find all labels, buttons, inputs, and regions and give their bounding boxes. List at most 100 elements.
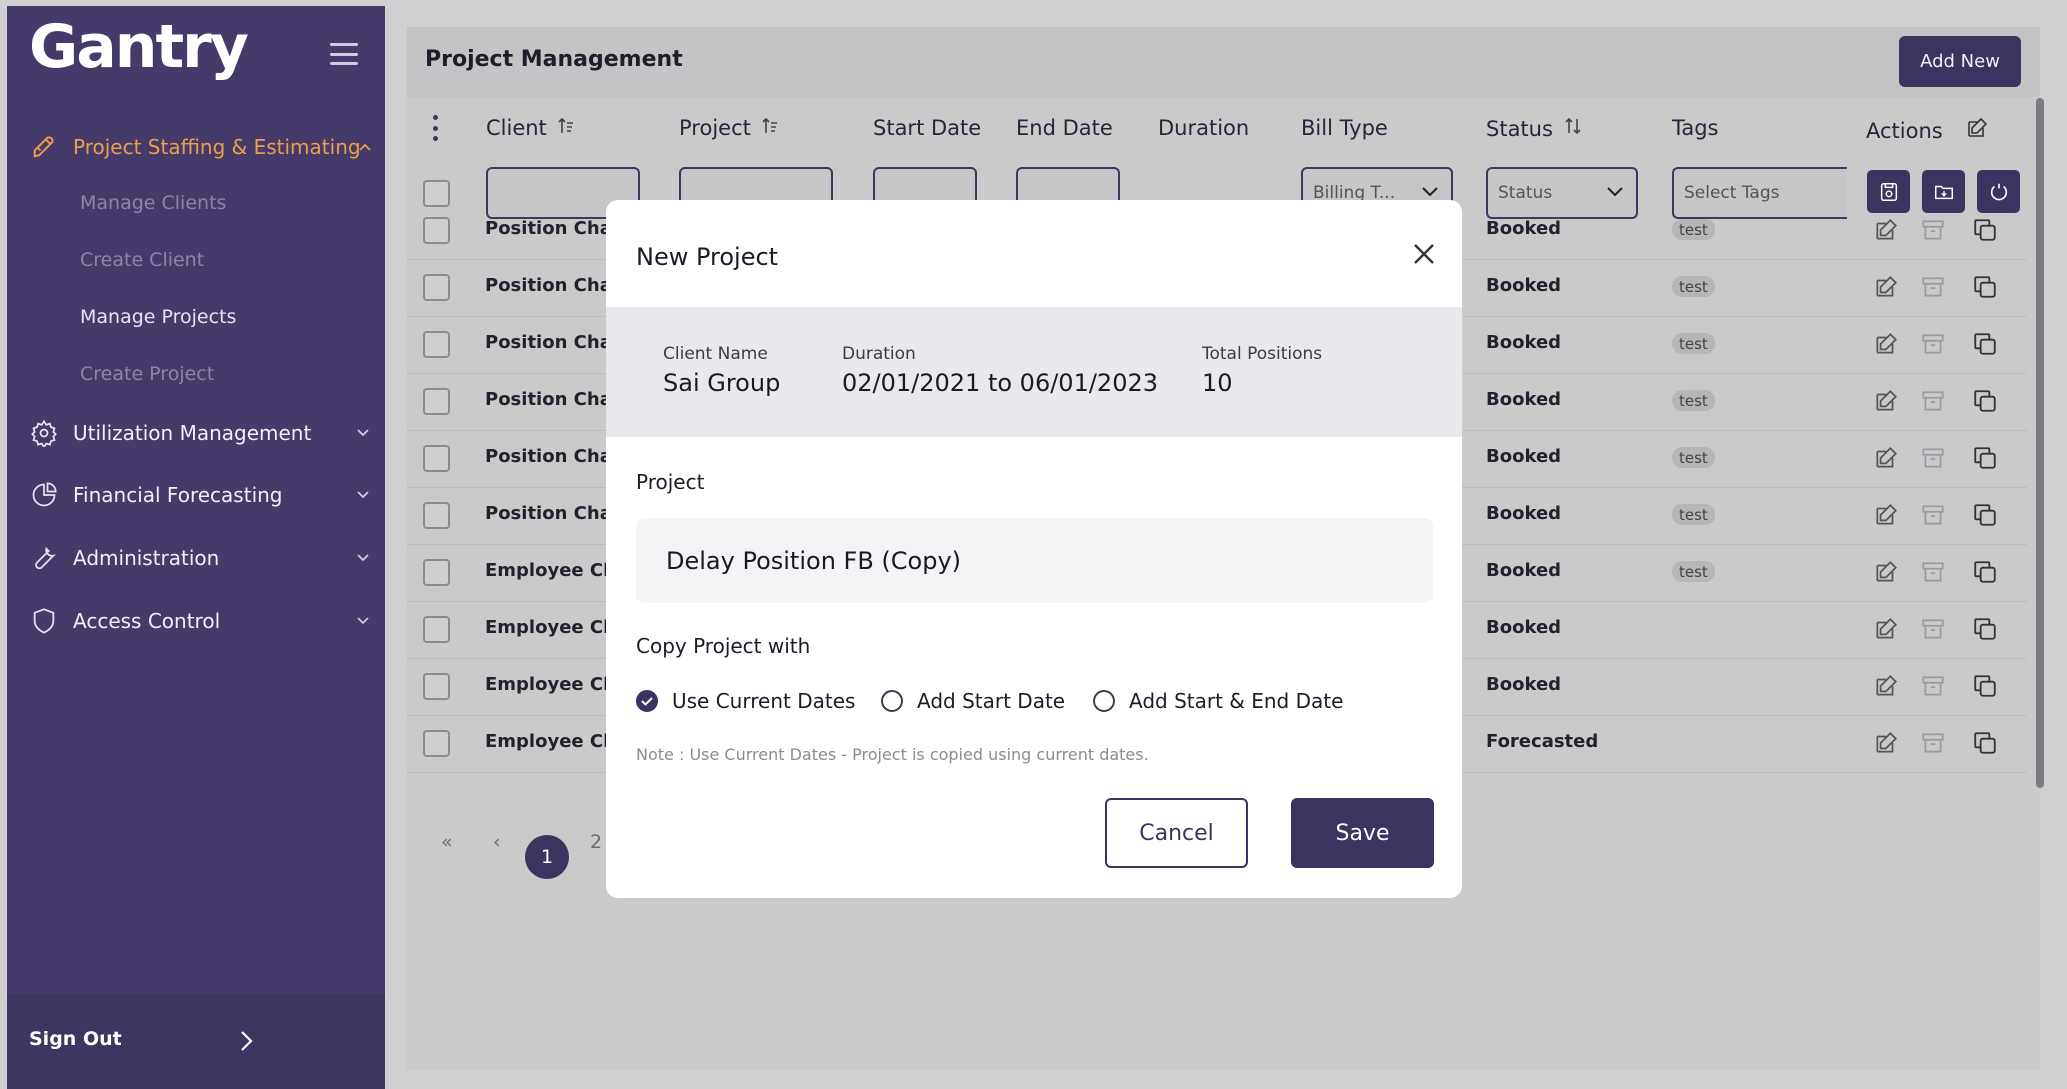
- tags-select[interactable]: Select Tags: [1672, 167, 1847, 219]
- nav-financial-forecasting[interactable]: Financial Forecasting: [29, 480, 369, 510]
- archive-icon[interactable]: [1920, 559, 1946, 585]
- client-cell[interactable]: Position Chan: [485, 389, 625, 410]
- nav-utilization-management[interactable]: Utilization Management: [29, 418, 369, 448]
- nav-access-control[interactable]: Access Control: [29, 606, 369, 636]
- edit-icon[interactable]: [1873, 388, 1899, 414]
- add-new-button[interactable]: Add New: [1899, 36, 2021, 87]
- column-options-icon[interactable]: [433, 115, 439, 141]
- gantry-logo[interactable]: Gantry: [29, 12, 249, 82]
- archive-icon[interactable]: [1920, 217, 1946, 243]
- sort-icon[interactable]: [761, 116, 779, 140]
- chevron-down-icon: [357, 418, 371, 448]
- column-header-client[interactable]: Client: [486, 116, 575, 140]
- radio-use-current-dates[interactable]: Use Current Dates: [636, 689, 855, 713]
- edit-icon[interactable]: [1873, 616, 1899, 642]
- row-checkbox[interactable]: [423, 673, 450, 700]
- sub-item-create-client[interactable]: Create Client: [80, 249, 204, 271]
- edit-icon[interactable]: [1873, 502, 1899, 528]
- edit-icon[interactable]: [1873, 217, 1899, 243]
- table-scrollbar[interactable]: [2036, 98, 2044, 788]
- archive-icon[interactable]: [1920, 445, 1946, 471]
- row-checkbox[interactable]: [423, 616, 450, 643]
- radio-add-start-end-date[interactable]: Add Start & End Date: [1093, 689, 1343, 713]
- copy-icon[interactable]: [1972, 217, 1998, 243]
- sub-item-create-project[interactable]: Create Project: [80, 363, 214, 385]
- edit-icon[interactable]: [1873, 673, 1899, 699]
- status-cell: Booked: [1486, 617, 1562, 638]
- archive-icon[interactable]: [1920, 331, 1946, 357]
- column-header-bill-type[interactable]: Bill Type: [1301, 116, 1388, 140]
- copy-icon[interactable]: [1972, 559, 1998, 585]
- row-checkbox[interactable]: [423, 274, 450, 301]
- nav-administration[interactable]: Administration: [29, 543, 369, 573]
- copy-icon[interactable]: [1972, 730, 1998, 756]
- row-checkbox[interactable]: [423, 559, 450, 586]
- chevron-right-icon[interactable]: [240, 1030, 254, 1056]
- edit-icon[interactable]: [1873, 559, 1899, 585]
- copy-icon[interactable]: [1972, 673, 1998, 699]
- chevron-down-icon: [1606, 183, 1624, 203]
- row-checkbox[interactable]: [423, 331, 450, 358]
- client-cell[interactable]: Position Chan: [485, 503, 625, 524]
- edit-columns-icon[interactable]: [1965, 116, 1989, 145]
- copy-icon[interactable]: [1972, 388, 1998, 414]
- archive-icon[interactable]: [1920, 274, 1946, 300]
- saved-filters-icon[interactable]: [1922, 170, 1965, 213]
- page-1-button[interactable]: 1: [525, 835, 569, 879]
- status-cell: Forecasted: [1486, 731, 1599, 752]
- archive-icon[interactable]: [1920, 730, 1946, 756]
- copy-icon[interactable]: [1972, 445, 1998, 471]
- page-2-button[interactable]: 2: [590, 831, 602, 853]
- client-name-value: Sai Group: [663, 369, 781, 397]
- first-page-button[interactable]: «: [441, 831, 453, 853]
- client-cell[interactable]: Position Chan: [485, 275, 625, 296]
- sidebar: Gantry Project Staffing & Estimating Man…: [7, 6, 385, 1089]
- client-cell[interactable]: Position Chan: [485, 332, 625, 353]
- row-checkbox[interactable]: [423, 502, 450, 529]
- radio-add-start-date[interactable]: Add Start Date: [881, 689, 1065, 713]
- save-filter-icon[interactable]: [1867, 170, 1910, 213]
- row-checkbox[interactable]: [423, 445, 450, 472]
- edit-icon[interactable]: [1873, 445, 1899, 471]
- copy-note: Note : Use Current Dates - Project is co…: [636, 745, 1149, 764]
- radio-unchecked-icon: [881, 690, 903, 712]
- row-checkbox[interactable]: [423, 388, 450, 415]
- copy-icon[interactable]: [1972, 502, 1998, 528]
- edit-icon[interactable]: [1873, 331, 1899, 357]
- project-name-input[interactable]: [636, 518, 1433, 603]
- client-cell[interactable]: Position Chan: [485, 218, 625, 239]
- row-checkbox[interactable]: [423, 217, 450, 244]
- prev-page-button[interactable]: ‹: [493, 831, 501, 853]
- column-header-project[interactable]: Project: [679, 116, 779, 140]
- column-header-tags[interactable]: Tags: [1672, 116, 1719, 140]
- select-all-checkbox[interactable]: [423, 180, 450, 207]
- sort-icon[interactable]: [557, 116, 575, 140]
- sign-out-button[interactable]: Sign Out: [29, 1028, 122, 1050]
- reset-filter-icon[interactable]: [1977, 170, 2020, 213]
- column-header-end-date[interactable]: End Date: [1016, 116, 1113, 140]
- copy-icon[interactable]: [1972, 616, 1998, 642]
- column-header-start-date[interactable]: Start Date: [873, 116, 981, 140]
- copy-icon[interactable]: [1972, 274, 1998, 300]
- save-button[interactable]: Save: [1291, 798, 1434, 868]
- chevron-down-icon: [357, 480, 371, 510]
- row-checkbox[interactable]: [423, 730, 450, 757]
- sort-both-icon[interactable]: [1563, 116, 1583, 141]
- client-cell[interactable]: Position Chan: [485, 446, 625, 467]
- hamburger-menu-icon[interactable]: [330, 43, 358, 65]
- archive-icon[interactable]: [1920, 616, 1946, 642]
- cancel-button[interactable]: Cancel: [1105, 798, 1248, 868]
- status-select[interactable]: Status: [1486, 167, 1638, 219]
- close-icon[interactable]: [1412, 242, 1438, 268]
- edit-icon[interactable]: [1873, 274, 1899, 300]
- edit-icon[interactable]: [1873, 730, 1899, 756]
- copy-icon[interactable]: [1972, 331, 1998, 357]
- sub-item-manage-projects[interactable]: Manage Projects: [80, 306, 236, 328]
- archive-icon[interactable]: [1920, 502, 1946, 528]
- column-header-status[interactable]: Status: [1486, 116, 1583, 141]
- sub-item-manage-clients[interactable]: Manage Clients: [80, 192, 226, 214]
- nav-project-staffing[interactable]: Project Staffing & Estimating: [29, 132, 371, 162]
- column-header-duration[interactable]: Duration: [1158, 116, 1249, 140]
- archive-icon[interactable]: [1920, 388, 1946, 414]
- archive-icon[interactable]: [1920, 673, 1946, 699]
